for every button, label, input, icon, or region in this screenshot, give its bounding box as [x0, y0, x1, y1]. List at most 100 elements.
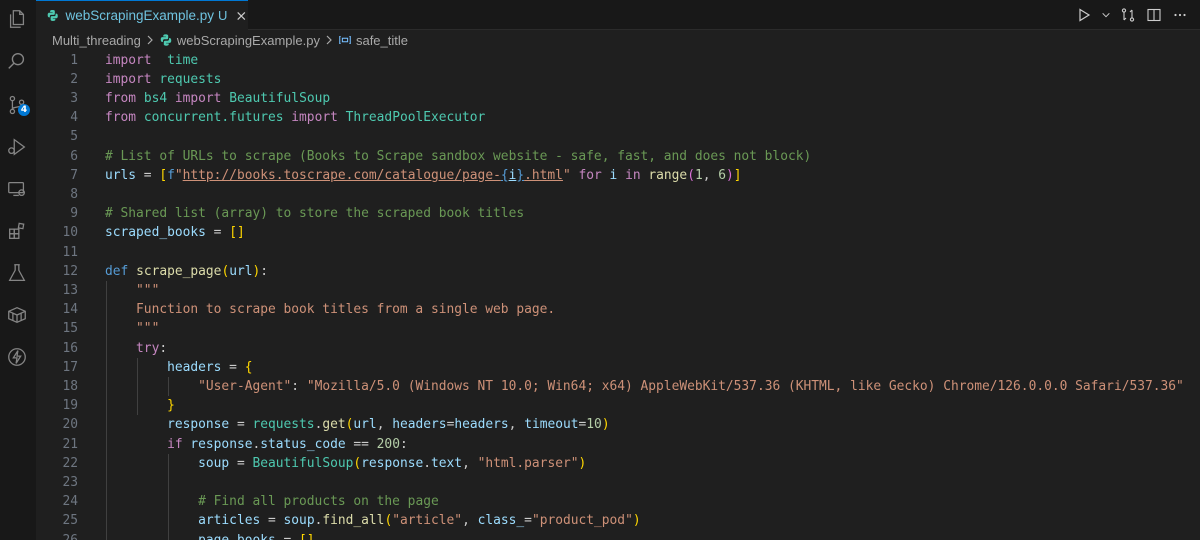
line-number: 18 [62, 378, 78, 394]
code-token: for [578, 167, 602, 183]
indent-guide [168, 376, 170, 397]
code-line[interactable]: 13 """ [36, 281, 1200, 300]
code-line[interactable]: 20 response = requests.get(url, headers=… [36, 415, 1200, 434]
code-token: . [423, 455, 432, 471]
thunder-client-icon[interactable] [4, 344, 30, 370]
code-token: requests [151, 71, 222, 87]
line-number: 19 [62, 398, 78, 414]
compare-changes-icon[interactable] [1118, 5, 1138, 25]
scm-badge: 4 [18, 104, 30, 116]
extensions-icon[interactable] [4, 218, 30, 244]
code-line[interactable]: 10 scraped_books = [] [36, 223, 1200, 242]
code-line[interactable]: 9 # Shared list (array) to store the scra… [36, 204, 1200, 223]
code-token: import [291, 110, 338, 126]
line-number: 21 [62, 436, 78, 452]
code-line[interactable]: 14 Function to scrape book titles from a… [36, 300, 1200, 319]
code-token: = [524, 513, 532, 529]
code-token: """ [136, 282, 160, 298]
containers-icon[interactable] [4, 302, 30, 328]
code-line[interactable]: 16 try: [36, 339, 1200, 358]
code-token: headers [392, 417, 447, 433]
code-token: == [345, 436, 377, 452]
code-text: import time [105, 51, 198, 70]
line-number: 24 [62, 494, 78, 510]
code-token: , [702, 167, 719, 183]
code-line[interactable]: 25 articles = soup.find_all("article", c… [36, 511, 1200, 530]
code-line[interactable]: 19 } [36, 396, 1200, 415]
line-number: 4 [70, 110, 78, 126]
breadcrumb-folder[interactable]: Multi_threading [52, 33, 141, 48]
code-line[interactable]: 3 from bs4 import BeautifulSoup [36, 89, 1200, 108]
code-token: ) [578, 455, 587, 471]
tab-bar: webScrapingExample.py U [36, 0, 1200, 30]
code-line[interactable]: 22 soup = BeautifulSoup(response.text, "… [36, 454, 1200, 473]
code-line[interactable]: 1 import time [36, 51, 1200, 70]
run-debug-icon[interactable] [4, 134, 30, 160]
code-token: { [500, 167, 509, 183]
code-token: ) [726, 167, 734, 183]
code-token: [ [159, 167, 168, 183]
breadcrumb: Multi_threading webScrapingExample.py sa… [36, 30, 1200, 50]
code-line[interactable]: 23 [36, 473, 1200, 492]
code-line[interactable]: 12 def scrape_page(url): [36, 262, 1200, 281]
code-line[interactable]: 15 """ [36, 319, 1200, 338]
code-token: = [260, 513, 284, 529]
code-line[interactable]: 11 [36, 243, 1200, 262]
code-line[interactable]: 7 urls = [f"http://books.toscrape.com/cat… [36, 166, 1200, 185]
code-token: , [462, 455, 478, 471]
code-text: from concurrent.futures import ThreadPoo… [105, 108, 485, 127]
source-control-icon[interactable]: 4 [4, 92, 30, 118]
code-line[interactable]: 21 if response.status_code == 200: [36, 435, 1200, 454]
code-token: = [221, 359, 245, 375]
code-line[interactable]: 24 # Find all products on the page [36, 492, 1200, 511]
tab-webscrapingexample[interactable]: webScrapingExample.py U [36, 0, 248, 30]
remote-explorer-icon[interactable] [4, 176, 30, 202]
code-text: """ [105, 281, 159, 300]
code-line[interactable]: 2 import requests [36, 70, 1200, 89]
chevron-down-icon[interactable] [1100, 5, 1112, 25]
code-line[interactable]: 18 "User-Agent": "Mozilla/5.0 (Windows N… [36, 377, 1200, 396]
code-line[interactable]: 8 [36, 185, 1200, 204]
testing-icon[interactable] [4, 260, 30, 286]
explorer-icon[interactable] [4, 6, 30, 32]
activity-bar: 4 [0, 0, 36, 540]
code-token: "User-Agent" [198, 378, 292, 394]
line-number: 22 [62, 455, 78, 471]
code-text: """ [105, 319, 159, 338]
code-token: if [167, 436, 183, 452]
line-number: 10 [62, 225, 78, 241]
line-number: 12 [62, 263, 78, 279]
code-token: scrape_page [136, 263, 222, 279]
code-text: } [105, 396, 175, 415]
code-token: articles [198, 513, 261, 529]
search-icon[interactable] [4, 48, 30, 74]
more-actions-icon[interactable] [1170, 5, 1190, 25]
code-token: response [167, 417, 230, 433]
code-text: urls = [f"http://books.toscrape.com/cata… [105, 166, 742, 185]
code-token: import [174, 90, 222, 106]
code-token: = [136, 167, 160, 183]
code-token: bs4 [143, 90, 168, 106]
code-token: : [260, 263, 269, 279]
code-line[interactable]: 6 # List of URLs to scrape (Books to Scra… [36, 147, 1200, 166]
indent-guide [168, 453, 170, 540]
code-line[interactable]: 5 [36, 127, 1200, 146]
tab-label: webScrapingExample.py [65, 8, 215, 23]
code-line[interactable]: 17 headers = { [36, 358, 1200, 377]
code-token: timeout [524, 417, 579, 433]
code-line[interactable]: 4 from concurrent.futures import ThreadPo… [36, 108, 1200, 127]
close-icon[interactable] [235, 9, 248, 23]
split-editor-icon[interactable] [1144, 5, 1164, 25]
code-line[interactable]: 26 page_books = [] [36, 531, 1200, 540]
run-icon[interactable] [1074, 5, 1094, 25]
breadcrumb-file[interactable]: webScrapingExample.py [177, 33, 320, 48]
tab-untracked-status: U [218, 8, 228, 23]
code-token: """ [136, 321, 160, 337]
line-number: 6 [70, 148, 78, 164]
breadcrumb-symbol[interactable]: safe_title [356, 33, 408, 48]
code-editor[interactable]: 1 import time 2 import requests 3 from bs4 im… [36, 50, 1200, 540]
code-token: ] [733, 167, 742, 183]
code-token: scraped_books [105, 225, 206, 241]
